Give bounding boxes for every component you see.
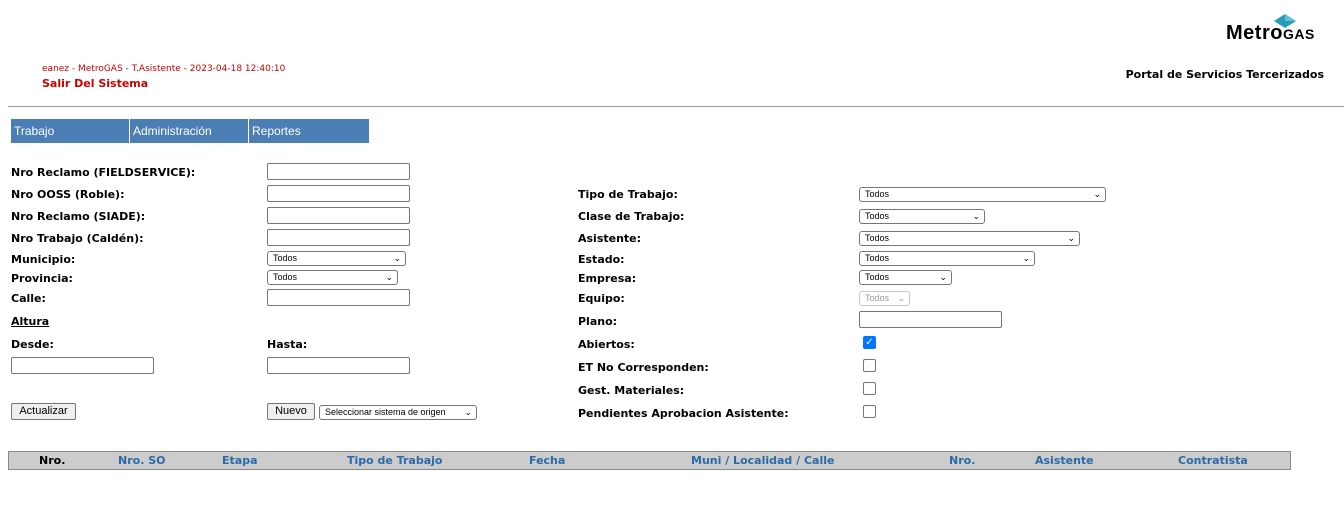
- pendientes-aprobacion-label: Pendientes Aprobacion Asistente:: [578, 407, 789, 420]
- pendientes-aprobacion-checkbox[interactable]: [863, 405, 876, 418]
- tipo-trabajo-label: Tipo de Trabajo:: [578, 188, 678, 201]
- results-table-header: Nro. Nro. SO Etapa Tipo de Trabajo Fecha…: [8, 451, 1291, 470]
- nro-reclamo-siade-label: Nro Reclamo (SIADE):: [11, 210, 146, 223]
- clase-trabajo-selected: Todos: [865, 211, 890, 221]
- estado-selected: Todos: [865, 253, 890, 263]
- desde-label: Desde:: [11, 338, 54, 351]
- provincia-label: Provincia:: [11, 272, 73, 285]
- col-asistente[interactable]: Asistente: [1035, 452, 1094, 470]
- col-contratista[interactable]: Contratista: [1178, 452, 1248, 470]
- chevron-down-icon: ⌄: [939, 272, 947, 282]
- chevron-down-icon: ⌄: [385, 272, 393, 282]
- col-muni-localidad-calle[interactable]: Muni / Localidad / Calle: [691, 452, 834, 470]
- asistente-label: Asistente:: [578, 232, 642, 245]
- nro-reclamo-fs-input[interactable]: [267, 163, 410, 180]
- calle-input[interactable]: [267, 289, 410, 306]
- provincia-select[interactable]: Todos ⌄: [267, 270, 398, 285]
- checkmark-icon: ✓: [865, 337, 874, 348]
- chevron-down-icon: ⌄: [393, 253, 401, 263]
- plano-label: Plano:: [578, 315, 618, 328]
- empresa-select[interactable]: Todos ⌄: [859, 270, 952, 285]
- menu-administracion[interactable]: Administración: [130, 119, 248, 143]
- nro-trabajo-input[interactable]: [267, 229, 410, 246]
- session-info: eanez - MetroGAS - T.Asistente - 2023-04…: [42, 64, 286, 74]
- col-fecha[interactable]: Fecha: [529, 452, 565, 470]
- et-no-corresponden-checkbox[interactable]: [863, 359, 876, 372]
- col-nro-so[interactable]: Nro. SO: [118, 452, 165, 470]
- provincia-selected: Todos: [273, 272, 298, 282]
- nro-trabajo-label: Nro Trabajo (Caldén):: [11, 232, 144, 245]
- gest-materiales-checkbox[interactable]: [863, 382, 876, 395]
- estado-label: Estado:: [578, 253, 625, 266]
- portal-title: Portal de Servicios Tercerizados: [1125, 68, 1324, 81]
- equipo-selected: Todos: [865, 293, 890, 303]
- plano-input[interactable]: [859, 311, 1002, 328]
- nro-reclamo-fs-label: Nro Reclamo (FIELDSERVICE):: [11, 166, 196, 179]
- calle-label: Calle:: [11, 292, 46, 305]
- menu-trabajo[interactable]: Trabajo: [11, 119, 129, 143]
- chevron-down-icon: ⌄: [1022, 253, 1030, 263]
- header-divider: [8, 106, 1344, 107]
- altura-label: Altura: [11, 315, 50, 328]
- chevron-down-icon: ⌄: [1067, 233, 1075, 243]
- chevron-down-icon: ⌄: [464, 407, 472, 417]
- tipo-trabajo-selected: Todos: [865, 189, 890, 199]
- actualizar-button[interactable]: Actualizar: [11, 403, 76, 420]
- et-no-corresponden-label: ET No Corresponden:: [578, 361, 709, 374]
- nro-ooss-input[interactable]: [267, 185, 410, 202]
- menu-reportes[interactable]: Reportes: [249, 119, 369, 143]
- col-nro: Nro.: [39, 454, 66, 467]
- clase-trabajo-select[interactable]: Todos ⌄: [859, 209, 985, 224]
- nro-reclamo-siade-input[interactable]: [267, 207, 410, 224]
- hasta-label: Hasta:: [267, 338, 308, 351]
- equipo-select: Todos ⌄: [859, 291, 910, 306]
- abiertos-checkbox[interactable]: ✓: [863, 336, 876, 349]
- logo-text-metro: Metro: [1226, 22, 1283, 44]
- sistema-origen-selected: Seleccionar sistema de origen: [325, 407, 446, 417]
- municipio-label: Municipio:: [11, 253, 76, 266]
- desde-input[interactable]: [11, 357, 154, 374]
- abiertos-label: Abiertos:: [578, 338, 635, 351]
- chevron-down-icon: ⌄: [1093, 189, 1101, 199]
- municipio-select[interactable]: Todos ⌄: [267, 251, 406, 266]
- hasta-input[interactable]: [267, 357, 410, 374]
- col-etapa[interactable]: Etapa: [222, 452, 258, 470]
- empresa-selected: Todos: [865, 272, 890, 282]
- logo-text-gas: GAS: [1282, 26, 1315, 42]
- sistema-origen-select[interactable]: Seleccionar sistema de origen ⌄: [319, 405, 477, 420]
- asistente-selected: Todos: [865, 233, 890, 243]
- nro-ooss-label: Nro OOSS (Roble):: [11, 188, 125, 201]
- col-tipo-trabajo[interactable]: Tipo de Trabajo: [347, 452, 442, 470]
- estado-select[interactable]: Todos ⌄: [859, 251, 1035, 266]
- clase-trabajo-label: Clase de Trabajo:: [578, 210, 685, 223]
- gest-materiales-label: Gest. Materiales:: [578, 384, 685, 397]
- metrogas-logo: MetroGAS: [1226, 14, 1326, 44]
- tipo-trabajo-select[interactable]: Todos ⌄: [859, 187, 1106, 202]
- nuevo-button[interactable]: Nuevo: [267, 403, 315, 420]
- chevron-down-icon: ⌄: [972, 211, 980, 221]
- asistente-select[interactable]: Todos ⌄: [859, 231, 1080, 246]
- empresa-label: Empresa:: [578, 272, 637, 285]
- col-nro-calle[interactable]: Nro.: [949, 452, 975, 470]
- logout-link[interactable]: Salir Del Sistema: [42, 77, 148, 90]
- municipio-selected: Todos: [273, 253, 298, 263]
- equipo-label: Equipo:: [578, 292, 625, 305]
- chevron-down-icon: ⌄: [897, 293, 905, 303]
